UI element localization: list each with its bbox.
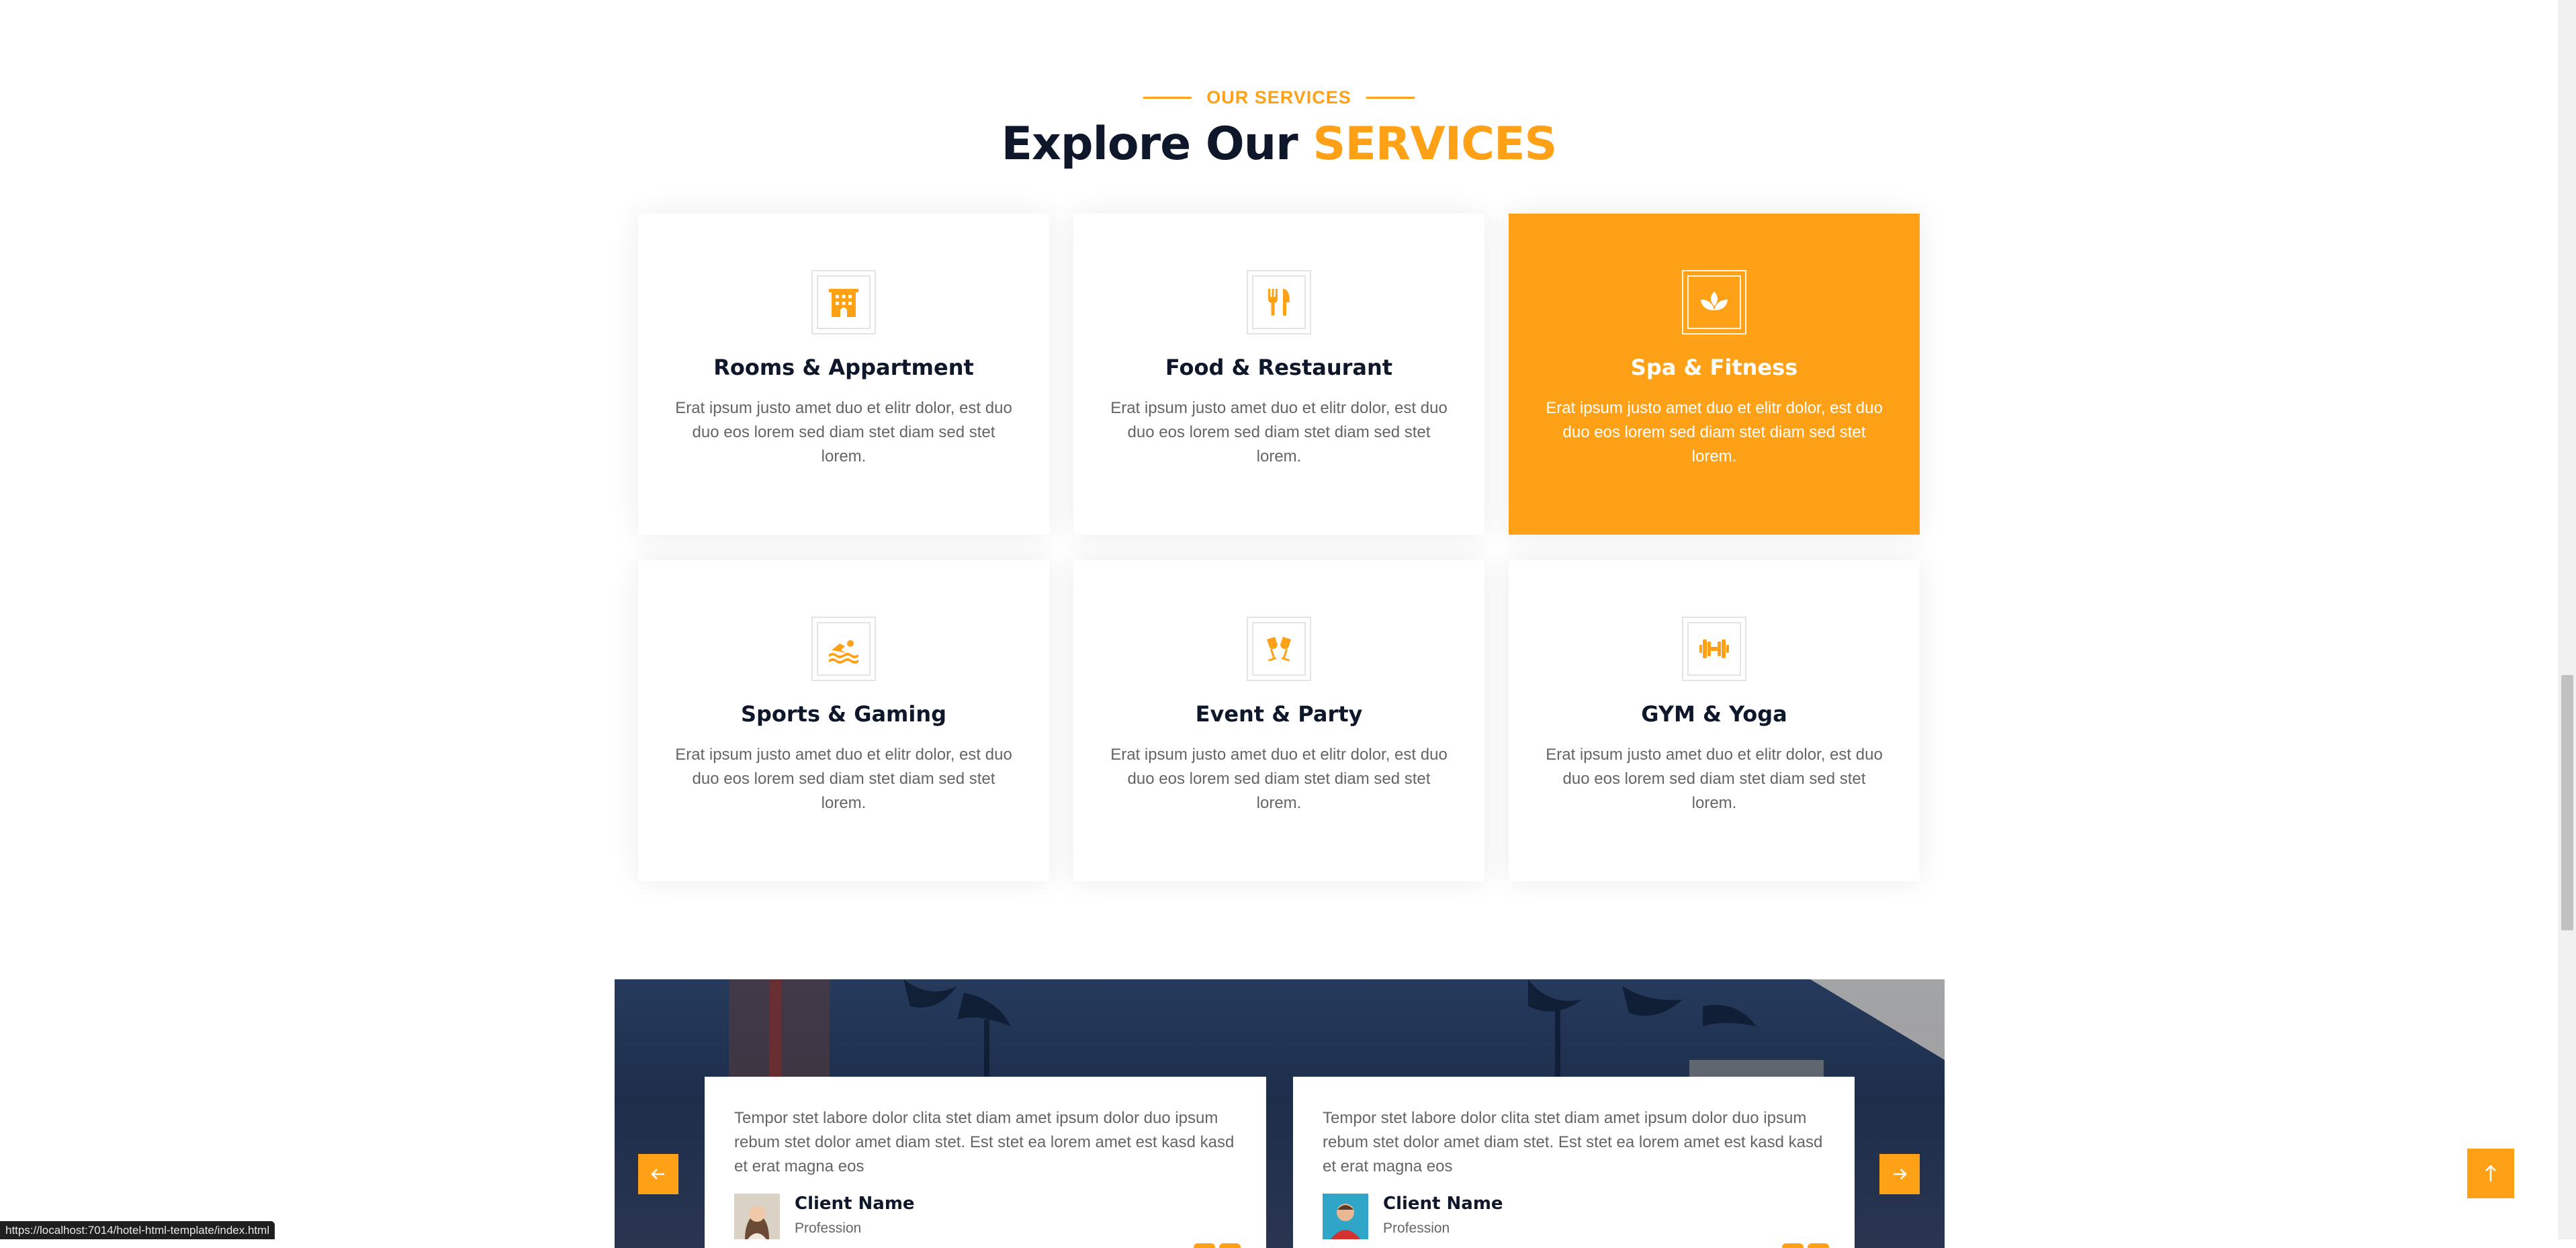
service-card-sports[interactable]: Sports & Gaming Erat ipsum justo amet du… xyxy=(638,560,1049,881)
service-card-event[interactable]: Event & Party Erat ipsum justo amet duo … xyxy=(1073,560,1484,881)
carousel-prev-button[interactable] xyxy=(638,1154,678,1194)
quote-icon xyxy=(1194,1243,1241,1248)
testimonial-section: Tempor stet labore dolor clita stet diam… xyxy=(615,979,1945,1248)
service-description: Erat ipsum justo amet duo et elitr dolor… xyxy=(1546,399,1883,465)
glass-cheers-icon xyxy=(1267,637,1291,662)
heading-accent: SERVICES xyxy=(1313,118,1557,171)
dumbbell-icon xyxy=(1699,639,1729,658)
eyebrow-line-left xyxy=(1143,97,1192,99)
services-grid: Rooms & Appartment Erat ipsum justo amet… xyxy=(638,214,1920,883)
client-profession: Profession xyxy=(1383,1220,1450,1236)
utensils-icon xyxy=(1268,289,1290,316)
icon-frame xyxy=(1682,617,1746,681)
service-title: Food & Restaurant xyxy=(1165,355,1393,380)
client-name: Client Name xyxy=(795,1194,915,1214)
back-to-top-button[interactable] xyxy=(2467,1149,2514,1198)
client-name: Client Name xyxy=(1383,1194,1503,1214)
service-title: Spa & Fitness xyxy=(1630,355,1798,380)
service-card-food[interactable]: Food & Restaurant Erat ipsum justo amet … xyxy=(1073,214,1484,535)
swimmer-icon xyxy=(829,640,858,664)
client-info: Client Name Profession xyxy=(1323,1194,1825,1239)
scrollbar-thumb[interactable] xyxy=(2561,675,2573,930)
service-description: Erat ipsum justo amet duo et elitr dolor… xyxy=(1110,746,1448,812)
scrollbar-track[interactable] xyxy=(2558,0,2576,1239)
services-section-header: OUR SERVICES Explore Our SERVICES xyxy=(0,87,2558,171)
icon-frame xyxy=(811,270,876,335)
service-title: Rooms & Appartment xyxy=(713,355,974,380)
icon-frame xyxy=(811,617,876,681)
carousel-next-button[interactable] xyxy=(1879,1154,1920,1194)
female-avatar xyxy=(734,1194,780,1239)
testimonial-text: Tempor stet labore dolor clita stet diam… xyxy=(734,1109,1235,1175)
section-heading: Explore Our SERVICES xyxy=(0,118,2558,171)
section-eyebrow: OUR SERVICES xyxy=(1143,87,1415,108)
service-card-spa[interactable]: Spa & Fitness Erat ipsum justo amet duo … xyxy=(1509,214,1920,535)
service-title: Event & Party xyxy=(1195,701,1363,727)
icon-frame xyxy=(1247,617,1311,681)
male-avatar xyxy=(1323,1194,1368,1239)
service-description: Erat ipsum justo amet duo et elitr dolor… xyxy=(1546,746,1883,812)
eyebrow-line-right xyxy=(1366,97,1415,99)
service-description: Erat ipsum justo amet duo et elitr dolor… xyxy=(1110,399,1448,465)
service-description: Erat ipsum justo amet duo et elitr dolor… xyxy=(675,399,1012,465)
heading-main: Explore Our xyxy=(1001,118,1298,171)
client-info: Client Name Profession xyxy=(734,1194,1237,1239)
hotel-icon xyxy=(829,289,858,317)
arrow-right-icon xyxy=(1894,1169,1907,1179)
service-title: GYM & Yoga xyxy=(1641,701,1787,727)
client-profession: Profession xyxy=(795,1220,862,1236)
arrow-left-icon xyxy=(651,1169,664,1179)
testimonial-card: Tempor stet labore dolor clita stet diam… xyxy=(1293,1077,1855,1248)
testimonial-text: Tempor stet labore dolor clita stet diam… xyxy=(1323,1109,1823,1175)
arrow-up-icon xyxy=(2485,1165,2496,1182)
service-title: Sports & Gaming xyxy=(740,701,947,727)
spa-icon xyxy=(1701,292,1728,310)
service-description: Erat ipsum justo amet duo et elitr dolor… xyxy=(675,746,1012,812)
quote-icon xyxy=(1782,1243,1829,1248)
service-card-gym[interactable]: GYM & Yoga Erat ipsum justo amet duo et … xyxy=(1509,560,1920,881)
icon-frame xyxy=(1247,270,1311,335)
eyebrow-label: OUR SERVICES xyxy=(1206,87,1351,107)
icon-frame xyxy=(1682,270,1746,335)
service-card-rooms[interactable]: Rooms & Appartment Erat ipsum justo amet… xyxy=(638,214,1049,535)
testimonial-card: Tempor stet labore dolor clita stet diam… xyxy=(705,1077,1266,1248)
status-bar-url: https://localhost:7014/hotel-html-templa… xyxy=(0,1221,275,1239)
